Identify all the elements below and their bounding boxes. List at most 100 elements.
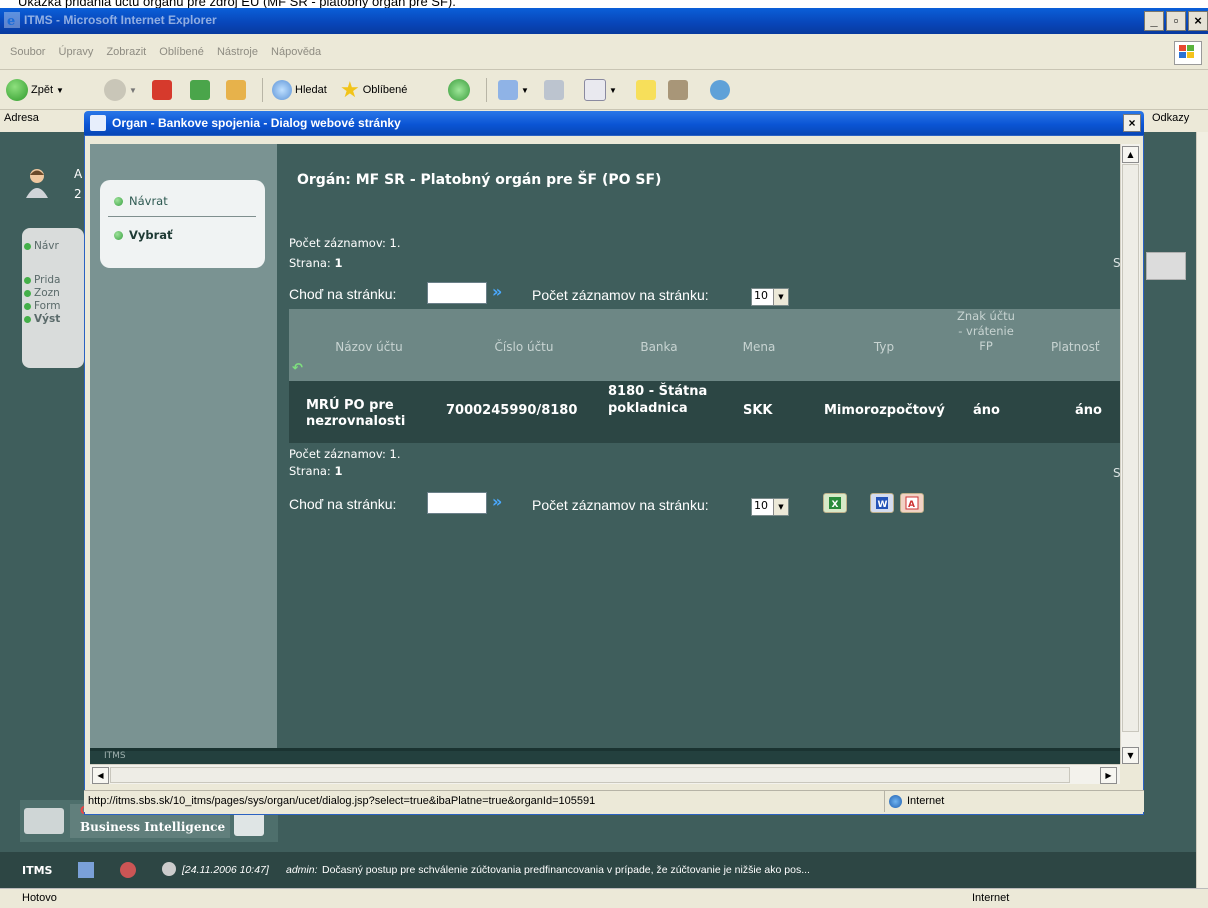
col-header-bank[interactable]: Banka	[619, 340, 699, 354]
notes-icon[interactable]	[636, 80, 656, 100]
dialog-horizontal-scrollbar[interactable]: ◀ ▶	[90, 764, 1120, 784]
cell-account-number: 7000245990/8180	[446, 403, 578, 418]
go-arrow-icon[interactable]: »	[492, 282, 502, 301]
search-button[interactable]: Hledat	[272, 78, 327, 102]
bg-user-info: A 2	[74, 164, 82, 204]
close-window-button[interactable]: ×	[1188, 11, 1208, 31]
history-icon[interactable]	[448, 79, 470, 101]
bg-input-field[interactable]	[1146, 252, 1186, 280]
menu-favorites[interactable]: Oblíbené	[159, 46, 204, 58]
search-icon	[272, 80, 292, 100]
bg-nav-item[interactable]: Návr	[24, 240, 59, 252]
footer-strip-label: ITMS	[104, 751, 126, 761]
scroll-down-icon[interactable]: ▼	[1122, 747, 1139, 764]
record-count-top: Počet záznamov: 1.	[289, 236, 401, 250]
page-number: 1	[334, 256, 343, 270]
back-arrow-icon	[6, 79, 28, 101]
menu-tools[interactable]: Nástroje	[217, 46, 258, 58]
dialog-content: Orgán: MF SR - Platobný orgán pre ŠF (PO…	[277, 144, 1121, 764]
ie-toolbar: Zpět ▼ ▼ Hledat ★ Oblíbené ▼ ▼	[0, 70, 1208, 110]
page-label: Strana:	[289, 256, 331, 270]
home-icon[interactable]	[226, 80, 246, 100]
dialog-vertical-scrollbar[interactable]: ▲ ▼	[1120, 144, 1140, 764]
bullet-icon	[114, 196, 123, 206]
dialog-footer-strip: ITMS	[90, 748, 1120, 764]
refresh-icon[interactable]	[190, 80, 210, 100]
edit-word-icon[interactable]	[584, 79, 606, 101]
menu-view[interactable]: Zobrazit	[106, 46, 146, 58]
per-page-select-top[interactable]: 10 ▼	[751, 288, 789, 306]
footer-message-time: [24.11.2006 10:47]	[182, 864, 269, 876]
dialog-nav-box: Návrat Vybrať	[100, 180, 265, 268]
messenger-icon[interactable]	[710, 80, 730, 100]
ie-title-text: ITMS - Microsoft Internet Explorer	[24, 13, 217, 27]
dialog-status-zone-label: Internet	[907, 795, 945, 807]
go-arrow-icon[interactable]: »	[492, 492, 502, 511]
table-header: Názov účtu Číslo účtu Banka Mena Typ Zna…	[289, 309, 1120, 381]
dialog-status-zone: Internet	[884, 791, 1135, 812]
word-icon: W	[876, 497, 888, 510]
caption: Ukážka pridania účtu orgánu pre zdroj EÚ…	[18, 0, 456, 8]
col-header-validity[interactable]: Platnosť	[1039, 340, 1120, 354]
col-header-refund-flag[interactable]: Znak účtu - vrátenie FP	[956, 309, 1016, 354]
mail-icon[interactable]	[498, 80, 518, 100]
links-label[interactable]: Odkazy	[1152, 112, 1189, 124]
print-icon[interactable]	[544, 80, 564, 100]
globe-icon	[889, 795, 902, 808]
col-header-currency[interactable]: Mena	[724, 340, 794, 354]
export-pdf-button[interactable]: A	[900, 493, 924, 513]
bg-nav-item[interactable]: Zozn	[24, 287, 60, 299]
forward-button[interactable]: ▼	[104, 78, 137, 102]
menu-edit[interactable]: Úpravy	[59, 46, 94, 58]
cell-type: Mimorozpočtový	[824, 403, 945, 418]
excel-icon: X	[829, 497, 841, 510]
col-header-type[interactable]: Typ	[829, 340, 939, 354]
svg-text:A: A	[908, 500, 915, 510]
back-button[interactable]: Zpět ▼	[6, 78, 64, 102]
menu-file[interactable]: Soubor	[10, 46, 45, 58]
bg-nav-item[interactable]: Výst	[24, 313, 60, 325]
stop-icon[interactable]	[152, 80, 172, 100]
export-word-button[interactable]: W	[870, 493, 894, 513]
svg-text:e: e	[7, 14, 15, 28]
export-excel-button[interactable]: X	[823, 493, 847, 513]
ie-status-bar: Hotovo Internet	[0, 888, 1208, 908]
per-page-value: 10	[754, 499, 768, 512]
chevron-down-icon: ▼	[773, 499, 788, 515]
cell-currency: SKK	[743, 403, 773, 418]
goto-page-input-top[interactable]	[427, 282, 487, 304]
background-scrollbar[interactable]	[1196, 132, 1208, 888]
table-row[interactable]: MRÚ PO pre nezrovnalosti 7000245990/8180…	[289, 381, 1120, 443]
footer-app-label: ITMS	[22, 864, 53, 877]
sort-arrow-icon[interactable]: ↶	[292, 361, 303, 376]
scroll-thumb[interactable]	[1122, 164, 1139, 732]
scroll-up-icon[interactable]: ▲	[1122, 146, 1139, 163]
search-label: Hledat	[295, 84, 327, 96]
bg-nav-item[interactable]: Prida	[24, 274, 60, 286]
nav-return[interactable]: Návrat	[114, 194, 168, 208]
pdf-icon: A	[905, 496, 919, 510]
research-icon[interactable]	[668, 80, 688, 100]
chevron-down-icon: ▼	[773, 289, 788, 305]
per-page-select-bottom[interactable]: 10 ▼	[751, 498, 789, 516]
favorites-label: Oblíbené	[362, 84, 408, 96]
bg-footer: ITMS [24.11.2006 10:47] admin: Dočasný p…	[0, 852, 1196, 888]
col-header-account-name[interactable]: Názov účtu	[309, 340, 429, 354]
address-label: Adresa	[4, 112, 39, 124]
page-info-top: Strana: 1	[289, 256, 342, 270]
nav-select[interactable]: Vybrať	[114, 228, 173, 242]
maximize-button[interactable]: ▫	[1166, 11, 1186, 31]
col-header-account-number[interactable]: Číslo účtu	[459, 340, 589, 354]
bg-nav-item[interactable]: Form	[24, 300, 60, 312]
scroll-right-icon[interactable]: ▶	[1100, 767, 1117, 784]
minimize-button[interactable]: _	[1144, 11, 1164, 31]
bg-user-line-1: A	[74, 167, 83, 181]
scroll-left-icon[interactable]: ◀	[92, 767, 109, 784]
forward-arrow-icon	[104, 79, 126, 101]
goto-page-input-bottom[interactable]	[427, 492, 487, 514]
goto-page-label-bottom: Choď na stránku:	[289, 496, 397, 512]
favorites-button[interactable]: ★ Oblíbené	[340, 77, 408, 102]
dialog-close-button[interactable]: ×	[1123, 114, 1141, 132]
menu-help[interactable]: Nápověda	[271, 46, 321, 58]
hscroll-thumb[interactable]	[110, 767, 1070, 783]
